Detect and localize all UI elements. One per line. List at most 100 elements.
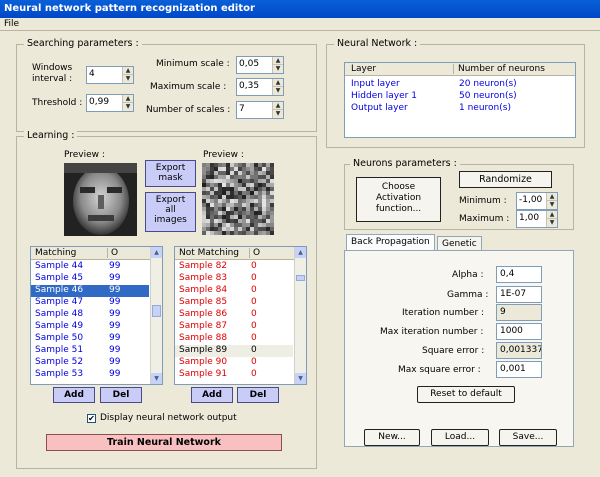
del-matching-button[interactable]: Del	[100, 387, 142, 403]
spin-down-icon[interactable]: ▼	[273, 110, 283, 118]
spinner-arrows[interactable]: ▲ ▼	[272, 79, 283, 95]
add-not-matching-button[interactable]: Add	[191, 387, 233, 403]
matching-col-header[interactable]: Matching	[35, 248, 76, 258]
layer-name: Input layer	[351, 79, 400, 89]
matching-row[interactable]: Sample 44 99	[31, 261, 149, 273]
alpha-input[interactable]: 0,4	[496, 266, 542, 283]
neurons-col-header[interactable]: Number of neurons	[453, 64, 545, 74]
matching-row[interactable]: Sample 52 99	[31, 357, 149, 369]
preview-label-1: Preview :	[64, 150, 105, 160]
save-button[interactable]: Save...	[499, 429, 557, 446]
export-mask-button[interactable]: Export mask	[145, 160, 196, 187]
not-matching-row[interactable]: Sample 89 0	[175, 345, 293, 357]
load-button[interactable]: Load...	[431, 429, 489, 446]
spinner-arrows[interactable]: ▲ ▼	[122, 67, 133, 83]
del-not-matching-button[interactable]: Del	[237, 387, 279, 403]
not-matching-row[interactable]: Sample 83 0	[175, 273, 293, 285]
export-mask-line2: mask	[158, 173, 183, 183]
spin-down-icon[interactable]: ▼	[273, 65, 283, 73]
maximum-spinner[interactable]: 1,00 ▲ ▼	[516, 210, 558, 228]
layer-list[interactable]: Layer Number of neurons Input layer 20 ne…	[344, 62, 576, 138]
matching-o-col-header[interactable]: O	[107, 248, 118, 258]
not-matching-row[interactable]: Sample 82 0	[175, 261, 293, 273]
min-scale-value: 0,05	[239, 59, 260, 69]
spin-down-icon[interactable]: ▼	[123, 75, 133, 83]
scroll-down-icon[interactable]: ▼	[295, 373, 306, 384]
spin-down-icon[interactable]: ▼	[547, 201, 557, 209]
not-matching-row[interactable]: Sample 90 0	[175, 357, 293, 369]
display-output-checkbox[interactable]: ✔	[87, 414, 96, 423]
spinner-arrows[interactable]: ▲ ▼	[122, 95, 133, 111]
scroll-up-icon[interactable]: ▲	[151, 247, 162, 258]
not-matching-row[interactable]: Sample 85 0	[175, 297, 293, 309]
layer-col-header[interactable]: Layer	[351, 64, 376, 74]
matching-row[interactable]: Sample 46 99	[31, 285, 149, 297]
randomize-button[interactable]: Randomize	[459, 171, 552, 188]
matching-row[interactable]: Sample 53 99	[31, 369, 149, 381]
spin-up-icon[interactable]: ▲	[123, 95, 133, 103]
num-scales-spinner[interactable]: 7 ▲ ▼	[236, 101, 284, 119]
spin-down-icon[interactable]: ▼	[547, 219, 557, 227]
export-all-images-button[interactable]: Export all images	[145, 192, 196, 232]
spin-up-icon[interactable]: ▲	[547, 193, 557, 201]
spinner-arrows[interactable]: ▲ ▼	[546, 193, 557, 209]
matching-row[interactable]: Sample 50 99	[31, 333, 149, 345]
spin-up-icon[interactable]: ▲	[547, 211, 557, 219]
matching-row[interactable]: Sample 47 99	[31, 297, 149, 309]
matching-row[interactable]: Sample 49 99	[31, 321, 149, 333]
max-iteration-input[interactable]: 1000	[496, 323, 542, 340]
max-scale-label: Maximum scale :	[150, 82, 227, 92]
not-matching-row[interactable]: Sample 86 0	[175, 309, 293, 321]
matching-row[interactable]: Sample 45 99	[31, 273, 149, 285]
matching-scrollbar[interactable]: ▲ ▼	[150, 247, 162, 384]
spin-up-icon[interactable]: ▲	[273, 57, 283, 65]
spin-down-icon[interactable]: ▼	[123, 103, 133, 111]
not-matching-row[interactable]: Sample 84 0	[175, 285, 293, 297]
not-matching-col-header[interactable]: Not Matching	[179, 248, 239, 258]
scroll-down-icon[interactable]: ▼	[151, 373, 162, 384]
not-matching-list[interactable]: Not Matching O Sample 82 0 Sample 83 0 Sampl…	[174, 246, 307, 385]
not-matching-row[interactable]: Sample 91 0	[175, 369, 293, 381]
max-scale-spinner[interactable]: 0,35 ▲ ▼	[236, 78, 284, 96]
choose-activation-button[interactable]: Choose Activation function...	[356, 177, 441, 222]
spinner-arrows[interactable]: ▲ ▼	[272, 57, 283, 73]
max-square-error-input[interactable]: 0,001	[496, 361, 542, 378]
scroll-up-icon[interactable]: ▲	[295, 247, 306, 258]
layer-row[interactable]: Hidden layer 1 50 neuron(s)	[345, 91, 575, 103]
threshold-spinner[interactable]: 0,99 ▲ ▼	[86, 94, 134, 112]
windows-interval-spinner[interactable]: 4 ▲ ▼	[86, 66, 134, 84]
reset-default-button[interactable]: Reset to default	[417, 386, 515, 403]
spin-up-icon[interactable]: ▲	[273, 102, 283, 110]
sample-output: 99	[109, 357, 121, 367]
not-matching-o-col-header[interactable]: O	[249, 248, 260, 258]
window-title: Neural network pattern recognization edi…	[4, 3, 255, 14]
scroll-thumb[interactable]	[152, 305, 161, 317]
minimum-spinner[interactable]: -1,00 ▲ ▼	[516, 192, 558, 210]
not-matching-scrollbar[interactable]: ▲ ▼	[294, 247, 306, 384]
matching-list[interactable]: Matching O Sample 44 99 Sample 45 99 Sample …	[30, 246, 163, 385]
layer-row[interactable]: Output layer 1 neuron(s)	[345, 103, 575, 115]
tab-genetic[interactable]: Genetic	[437, 236, 482, 251]
spin-down-icon[interactable]: ▼	[273, 87, 283, 95]
min-scale-spinner[interactable]: 0,05 ▲ ▼	[236, 56, 284, 74]
spin-up-icon[interactable]: ▲	[273, 79, 283, 87]
menu-file[interactable]: File	[4, 19, 19, 29]
matching-list-header: Matching O	[31, 247, 151, 260]
spinner-arrows[interactable]: ▲ ▼	[546, 211, 557, 227]
noise-preview-svg	[202, 163, 274, 235]
sample-output: 0	[251, 273, 257, 283]
gamma-input[interactable]: 1E-07	[496, 286, 542, 303]
export-all-line1: Export	[155, 195, 186, 205]
spin-up-icon[interactable]: ▲	[123, 67, 133, 75]
spinner-arrows[interactable]: ▲ ▼	[272, 102, 283, 118]
not-matching-row[interactable]: Sample 87 0	[175, 321, 293, 333]
scroll-thumb[interactable]	[296, 275, 305, 281]
train-network-button[interactable]: Train Neural Network	[46, 434, 282, 451]
add-matching-button[interactable]: Add	[53, 387, 95, 403]
matching-row[interactable]: Sample 48 99	[31, 309, 149, 321]
new-button[interactable]: New...	[364, 429, 420, 446]
tab-back-propagation[interactable]: Back Propagation	[346, 234, 435, 251]
layer-row[interactable]: Input layer 20 neuron(s)	[345, 79, 575, 91]
not-matching-row[interactable]: Sample 88 0	[175, 333, 293, 345]
matching-row[interactable]: Sample 51 99	[31, 345, 149, 357]
